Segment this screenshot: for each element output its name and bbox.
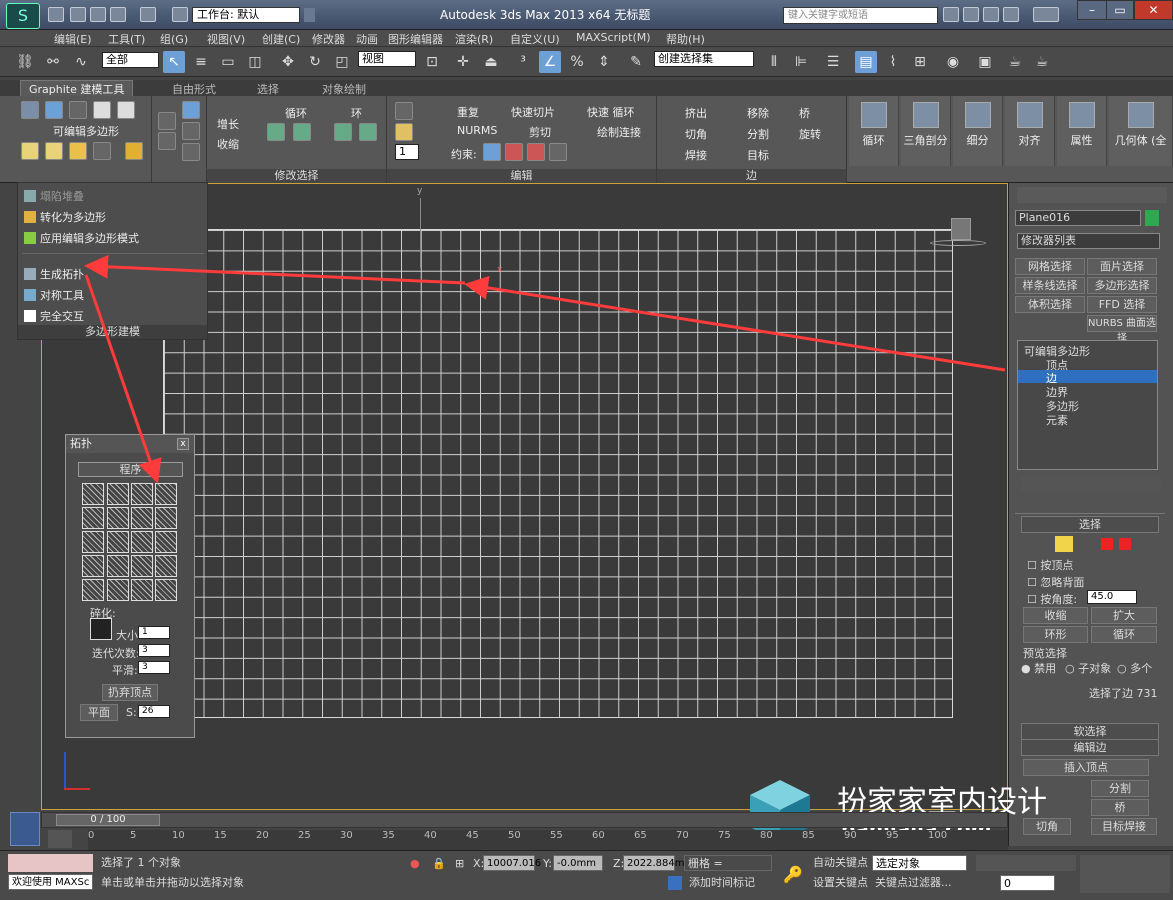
time-slider[interactable]: 0 / 100 [41, 812, 1008, 828]
command-panel: Plane016 修改器列表 网格选择 面片选择 样条线选择 多边形选择 体积选… [1008, 183, 1173, 846]
timeline-tick: 35 [382, 830, 395, 841]
panel-tab-icons[interactable] [1017, 187, 1167, 203]
stack-element[interactable]: 元素 [1046, 412, 1068, 428]
timeline-tick: 100 [928, 830, 948, 841]
viewport-layout-icon[interactable] [10, 812, 40, 846]
timeline-tick: 5 [130, 830, 137, 841]
timeline-tick: 80 [760, 830, 773, 841]
modifier-stack: 可编辑多边形 顶点 边 边界 多边形 元素 [1017, 340, 1158, 470]
arrow-mesh-to-menu [84, 254, 466, 285]
playback-controls[interactable] [976, 855, 1076, 871]
y-label: Y: [543, 857, 552, 870]
bridge-button-cmd[interactable]: 桥 [1091, 799, 1149, 816]
timeline-tick: 70 [676, 830, 689, 841]
x-coord-field[interactable]: 10007.016 [483, 855, 541, 871]
arrow-stack-to-mesh [464, 275, 1006, 372]
timeline-tick: 30 [340, 830, 353, 841]
prompt-line: 单击或单击并拖动以选择对象 [98, 875, 658, 891]
nurbs-select-button[interactable]: NURBS 曲面选择 [1087, 315, 1157, 344]
object-name-field[interactable]: Plane016 [1015, 210, 1141, 226]
set-key-icon[interactable]: 🔑 [783, 865, 803, 884]
time-tag-icon[interactable] [668, 876, 682, 890]
timeline-tick: 45 [466, 830, 479, 841]
set-key-button[interactable]: 设置关键点 [810, 875, 868, 891]
stack-divider [1015, 513, 1165, 514]
element-select-icon[interactable] [1119, 538, 1131, 550]
preview-multi-radio[interactable]: ○ 多个 [1117, 660, 1152, 676]
selection-rollout-header[interactable]: 选择 [1021, 516, 1159, 533]
polygon-select-icon[interactable] [1101, 538, 1113, 550]
edge-select-icon[interactable] [1055, 536, 1073, 552]
stack-selection-highlight [1018, 370, 1157, 383]
soft-selection-rollout[interactable]: 软选择 [1021, 723, 1159, 740]
grow-button[interactable]: 扩大 [1091, 607, 1157, 624]
timeline-tick: 50 [508, 830, 521, 841]
abs-mode-icon[interactable]: ⊞ [455, 857, 464, 870]
timeline-tick: 15 [214, 830, 227, 841]
timeline-tick: 0 [88, 830, 95, 841]
stack-tools-icons[interactable] [1021, 477, 1161, 491]
current-frame-field[interactable]: 0 [1000, 875, 1055, 891]
annotation-arrows [84, 254, 1006, 484]
ffd-select-button[interactable]: FFD 选择 [1087, 296, 1157, 313]
edit-edges-rollout[interactable]: 编辑边 [1021, 739, 1159, 756]
auto-key-button[interactable]: 自动关键点 [810, 855, 868, 871]
ring-button[interactable]: 环形 [1023, 626, 1088, 643]
selection-count: 选择了边 731 [1089, 687, 1158, 700]
track-bar[interactable]: 0 5 10 15 20 25 30 35 40 45 50 55 60 65 70 75 80 85 90 95 10… [88, 830, 1008, 850]
y-coord-field[interactable]: -0.0mm [553, 855, 603, 871]
time-slider-thumb[interactable]: 0 / 100 [56, 814, 160, 826]
timeline-tick: 65 [634, 830, 647, 841]
timeline-tick: 95 [886, 830, 899, 841]
navigation-controls[interactable] [1080, 855, 1170, 893]
timeline-tick: 10 [172, 830, 185, 841]
timeline-tick: 60 [592, 830, 605, 841]
patch-select-button[interactable]: 面片选择 [1087, 258, 1157, 275]
selected-object-dropdown[interactable]: 选定对象 [872, 855, 967, 871]
by-vertex-check[interactable]: ☐ 按顶点 [1027, 557, 1073, 573]
grid-size: 栅格 = 10.0mm [684, 855, 772, 886]
trackbar-toggle-icon[interactable] [48, 830, 72, 848]
timeline-tick: 25 [298, 830, 311, 841]
isolate-icon[interactable]: ● [410, 857, 420, 870]
lock-icon[interactable]: 🔒 [432, 857, 446, 870]
object-color-swatch[interactable] [1145, 210, 1159, 226]
add-time-tag[interactable]: 添加时间标记 [686, 875, 772, 891]
selection-status: 选择了 1 个对象 [98, 855, 403, 871]
preview-off-radio[interactable]: ● 禁用 [1021, 660, 1056, 676]
timeline-tick: 20 [256, 830, 269, 841]
key-filters-button[interactable]: 关键点过滤器... [872, 875, 967, 891]
ignore-backface-check[interactable]: ☐ 忽略背面 [1027, 574, 1084, 590]
loop-button[interactable]: 循环 [1091, 626, 1157, 643]
timeline-tick: 40 [424, 830, 437, 841]
maxscript-listener-pink[interactable] [8, 854, 93, 872]
mesh-select-button[interactable]: 网格选择 [1015, 258, 1085, 275]
arrow-menu-to-pattern [84, 274, 162, 484]
modifier-list-dropdown[interactable]: 修改器列表 [1017, 233, 1160, 249]
timeline-tick: 75 [718, 830, 731, 841]
timeline-tick: 85 [802, 830, 815, 841]
timeline-tick: 55 [550, 830, 563, 841]
preview-subobj-radio[interactable]: ○ 子对象 [1065, 660, 1111, 676]
maxscript-mini-listener[interactable]: 欢迎使用 MAXSc [8, 874, 93, 890]
target-weld-button-cmd[interactable]: 目标焊接 [1091, 818, 1157, 835]
timeline-tick: 90 [844, 830, 857, 841]
shrink-button[interactable]: 收缩 [1023, 607, 1088, 624]
preview-selection-label: 预览选择 [1023, 647, 1067, 660]
status-bar: 欢迎使用 MAXSc 选择了 1 个对象 单击或单击并拖动以选择对象 ● 🔒 ⊞… [0, 850, 1173, 900]
spline-select-button[interactable]: 样条线选择 [1015, 277, 1085, 294]
insert-vertex-button[interactable]: 插入顶点 [1023, 759, 1149, 776]
split-button-cmd[interactable]: 分割 [1091, 780, 1149, 797]
by-angle-check[interactable]: ☐ 按角度: [1027, 591, 1077, 607]
angle-spinner[interactable]: 45.0 [1087, 590, 1137, 604]
volume-select-button[interactable]: 体积选择 [1015, 296, 1085, 313]
poly-select-button[interactable]: 多边形选择 [1087, 277, 1157, 294]
z-coord-field[interactable]: 2022.884m [623, 855, 684, 871]
